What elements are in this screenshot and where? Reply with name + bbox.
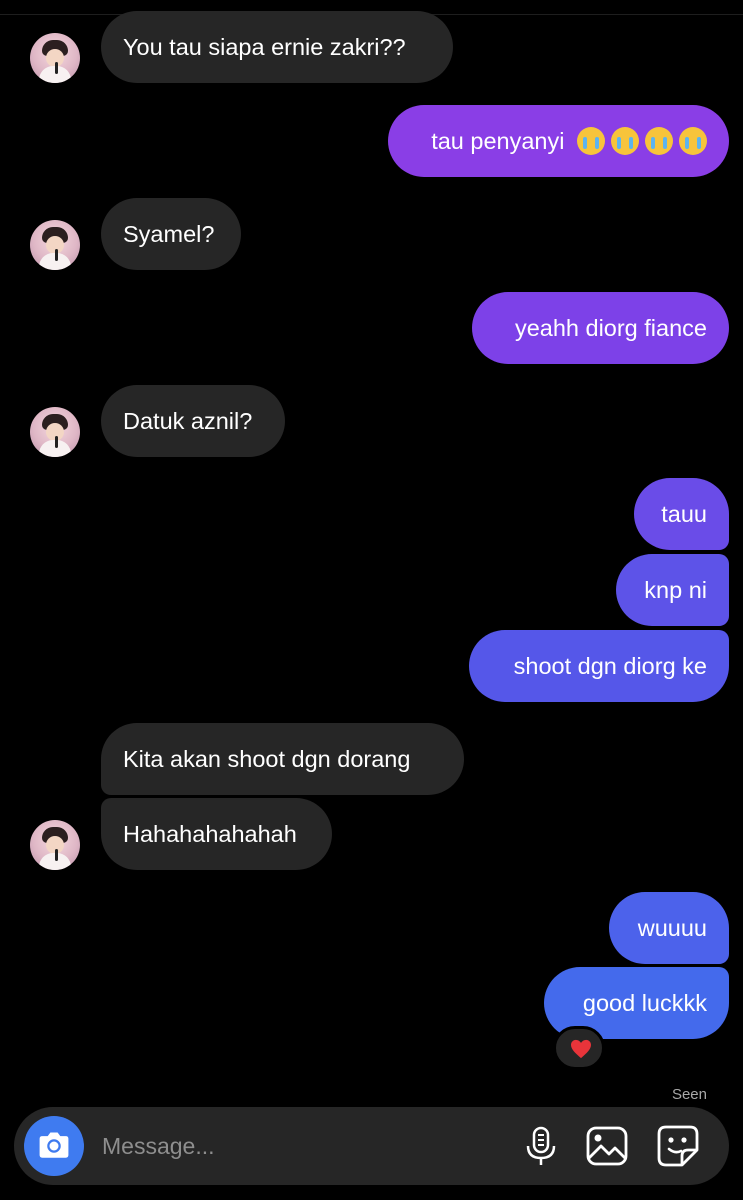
message-bubble-incoming[interactable]: Kita akan shoot dgn dorang bbox=[101, 723, 464, 795]
message-bubble-outgoing[interactable]: wuuuu bbox=[609, 892, 729, 964]
camera-icon bbox=[39, 1132, 69, 1158]
crying-face-icon bbox=[611, 126, 639, 155]
seen-status: Seen bbox=[671, 1086, 707, 1103]
message-bubble-outgoing[interactable]: yeahh diorg fiance bbox=[472, 292, 729, 364]
message-input[interactable]: Message... bbox=[102, 1107, 215, 1185]
message-bubble-incoming[interactable]: Hahahahahahah bbox=[101, 798, 332, 870]
message-text: tau penyanyi bbox=[431, 128, 565, 154]
sticker-icon[interactable] bbox=[656, 1124, 700, 1168]
contact-avatar[interactable] bbox=[30, 33, 80, 83]
gallery-icon[interactable] bbox=[585, 1124, 629, 1168]
message-bubble-outgoing[interactable]: tau penyanyi bbox=[388, 105, 729, 177]
message-bubble-incoming[interactable]: Syamel? bbox=[101, 198, 241, 270]
crying-face-icon bbox=[679, 126, 707, 155]
message-bubble-outgoing[interactable]: knp ni bbox=[616, 554, 729, 626]
contact-avatar[interactable] bbox=[30, 407, 80, 457]
message-bubble-outgoing[interactable]: shoot dgn diorg ke bbox=[469, 630, 729, 702]
camera-button[interactable] bbox=[24, 1116, 84, 1176]
contact-avatar[interactable] bbox=[30, 820, 80, 870]
contact-avatar[interactable] bbox=[30, 220, 80, 270]
microphone-icon[interactable] bbox=[519, 1124, 563, 1168]
heart-reaction[interactable] bbox=[553, 1026, 605, 1070]
crying-face-icon bbox=[577, 126, 605, 155]
heart-icon bbox=[571, 1039, 591, 1059]
crying-face-icon bbox=[645, 126, 673, 155]
message-bubble-outgoing[interactable]: tauu bbox=[634, 478, 729, 550]
message-bubble-incoming[interactable]: You tau siapa ernie zakri?? bbox=[101, 11, 453, 83]
message-composer[interactable]: Message... bbox=[14, 1107, 729, 1185]
message-bubble-incoming[interactable]: Datuk aznil? bbox=[101, 385, 285, 457]
